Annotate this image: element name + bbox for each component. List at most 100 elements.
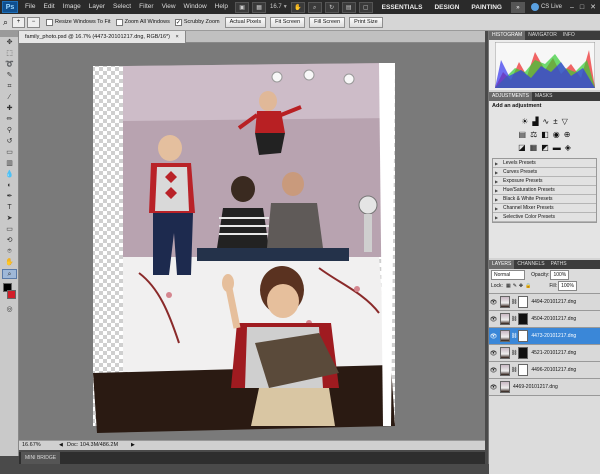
brightness-contrast-icon[interactable]: ☀ [521,117,528,126]
menu-filter[interactable]: Filter [135,0,157,14]
layer-visibility-icon[interactable]: 👁 [489,333,498,340]
preset-black-white[interactable]: Black & White Presets [493,195,596,204]
workspace-essentials[interactable]: ESSENTIALS [376,4,429,11]
menu-view[interactable]: View [158,0,180,14]
zoom-tool-preset-icon[interactable]: ⌕ [3,17,8,28]
lock-position-icon[interactable]: ✥ [519,283,523,289]
invert-icon[interactable]: ◪ [518,143,526,152]
healing-brush-tool-icon[interactable]: ✚ [2,104,17,114]
move-tool-icon[interactable]: ✥ [2,38,17,48]
quick-mask-icon[interactable]: ◎ [2,305,17,315]
layer-mask-thumbnail[interactable] [518,364,529,376]
zoom-out-icon[interactable]: − [27,16,41,28]
layer-mask-thumbnail[interactable] [518,296,529,308]
crop-tool-icon[interactable]: ⌗ [2,82,17,92]
layer-name[interactable]: 4496-20101217.dng [531,367,576,373]
layer-row[interactable]: 👁 ⛓ 4521-20101217.dng [489,345,600,362]
layer-name[interactable]: 4504-20101217.dng [531,316,576,322]
background-color-swatch[interactable] [7,290,16,299]
brush-tool-icon[interactable]: ✏ [2,115,17,125]
layer-mask-thumbnail[interactable] [518,313,529,325]
blur-tool-icon[interactable]: 💧 [2,170,17,180]
layer-name[interactable]: 4473-20101217.dng [531,333,576,339]
color-balance-icon[interactable]: ⚖ [530,130,537,139]
cs-live-button[interactable]: CS Live [530,3,562,11]
lock-all-icon[interactable]: 🔒 [525,283,531,289]
photoshop-logo-icon[interactable]: Ps [2,1,18,13]
menu-edit[interactable]: Edit [39,0,58,14]
minimize-icon[interactable]: – [570,4,574,11]
photo-filter-icon[interactable]: ◉ [553,130,560,139]
preset-levels[interactable]: Levels Presets [493,159,596,168]
fit-screen-button[interactable]: Fit Screen [270,16,306,28]
dodge-tool-icon[interactable]: ◐ [2,181,17,191]
zoom-dropdown-icon[interactable]: ▼ [283,4,288,10]
rotate-view-icon[interactable]: ↻ [324,1,339,13]
layer-visibility-icon[interactable]: 👁 [489,384,498,391]
layer-row[interactable]: 👁 ⛓ 4504-20101217.dng [489,311,600,328]
tab-info[interactable]: INFO [560,31,578,40]
vibrance-icon[interactable]: ▽ [562,117,568,126]
layer-row[interactable]: 👁 ⛓ 4494-20101217.dng [489,294,600,311]
mini-bridge-bar[interactable]: MINI BRIDGE [19,452,485,464]
hue-saturation-icon[interactable]: ▤ [519,130,527,139]
document-tab[interactable]: family_photo.psd @ 16.7% (4473-20101217.… [19,31,186,43]
scrubby-zoom-checkbox[interactable]: ✓ Scrubby Zoom [174,18,220,26]
quick-select-tool-icon[interactable]: ✎ [2,71,17,81]
preset-channel-mixer[interactable]: Channel Mixer Presets [493,204,596,213]
preset-curves[interactable]: Curves Presets [493,168,596,177]
tab-layers[interactable]: LAYERS [489,260,515,269]
layer-mask-thumbnail[interactable] [518,347,529,359]
preset-selective-color[interactable]: Selective Color Presets [493,213,596,222]
lock-pixels-icon[interactable]: ✎ [513,283,517,289]
tab-histogram[interactable]: HISTOGRAM [489,31,526,40]
pen-tool-icon[interactable]: ✒ [2,192,17,202]
menu-window[interactable]: Window [180,0,211,14]
threshold-icon[interactable]: ◩ [541,143,549,152]
clone-stamp-tool-icon[interactable]: ⚲ [2,126,17,136]
mini-bridge-tab[interactable]: MINI BRIDGE [21,452,61,464]
layer-name[interactable]: 4494-20101217.dng [531,299,576,305]
shape-tool-icon[interactable]: ▭ [2,225,17,235]
status-zoom[interactable]: 16.67% [22,441,41,450]
workspace-design[interactable]: DESIGN [428,4,465,11]
more-workspaces-button[interactable]: » [510,1,525,13]
eraser-tool-icon[interactable]: ▭ [2,148,17,158]
menu-layer[interactable]: Layer [85,0,109,14]
layer-row[interactable]: 👁 4469-20101217.dng [489,379,600,396]
close-icon[interactable]: ✕ [590,3,596,11]
layer-visibility-icon[interactable]: 👁 [489,316,498,323]
screen-mode-icon[interactable]: ▢ [358,1,373,13]
menu-image[interactable]: Image [59,0,85,14]
launch-bridge-icon[interactable]: ▣ [235,1,250,13]
gradient-map-icon[interactable]: ▬ [553,143,561,152]
tab-navigator[interactable]: NAVIGATOR [525,31,560,40]
zoom-in-icon[interactable]: + [12,16,26,28]
status-info-icon[interactable]: ◀ [59,441,63,450]
workspace-painting[interactable]: PAINTING [465,4,508,11]
tab-adjustments[interactable]: ADJUSTMENTS [489,92,532,101]
hand-tool-icon[interactable]: ✋ [290,1,305,13]
canvas-area[interactable] [19,43,485,440]
zoom-level[interactable]: 16.7 [270,4,282,10]
maximize-icon[interactable]: □ [580,4,584,11]
eyedropper-tool-icon[interactable]: ⁄ [2,93,17,103]
blend-mode-select[interactable]: Normal [491,269,526,280]
layer-name[interactable]: 4521-20101217.dng [531,350,576,356]
fill-input[interactable]: 100% [558,280,577,291]
layer-visibility-icon[interactable]: 👁 [489,350,498,357]
3d-rotate-tool-icon[interactable]: ⟲ [2,236,17,246]
zoom-tool-icon[interactable]: ⌕ [307,1,322,13]
status-menu-icon[interactable]: ▶ [131,441,135,450]
tab-masks[interactable]: MASKS [532,92,556,101]
posterize-icon[interactable]: ▦ [530,143,538,152]
channel-mixer-icon[interactable]: ⊕ [564,130,571,139]
lock-transparent-icon[interactable]: ▦ [506,283,511,289]
actual-pixels-button[interactable]: Actual Pixels [224,16,267,28]
layer-mask-thumbnail[interactable] [518,330,529,342]
close-document-icon[interactable]: × [176,34,179,40]
exposure-icon[interactable]: ± [553,117,557,126]
resize-windows-checkbox[interactable]: Resize Windows To Fit [46,18,111,26]
black-white-icon[interactable]: ◧ [541,130,549,139]
menu-file[interactable]: File [21,0,39,14]
